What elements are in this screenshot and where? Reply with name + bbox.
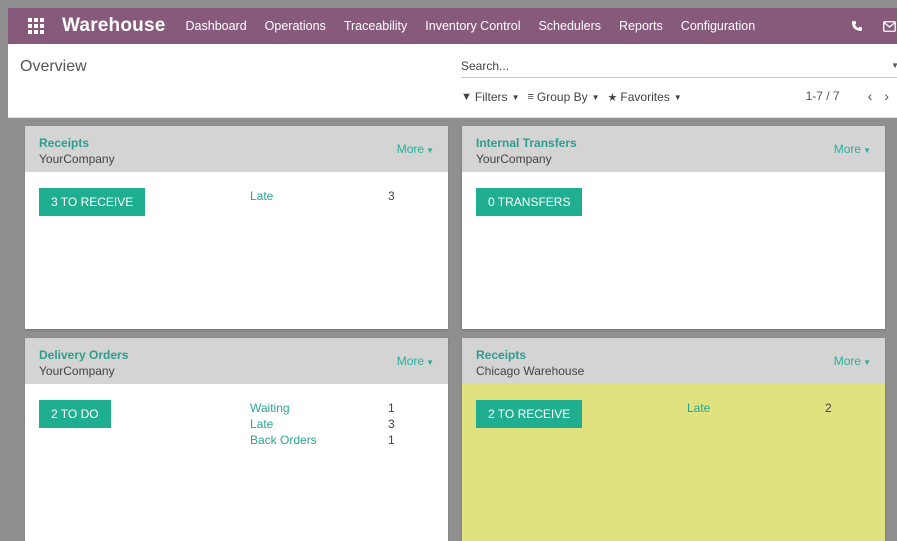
more-label: More xyxy=(396,142,425,156)
stat-late-value: 3 xyxy=(388,189,395,203)
card-title[interactable]: Receipts xyxy=(39,136,434,150)
transfers-button[interactable]: 0 TRANSFERS xyxy=(476,188,583,216)
chevron-down-icon: ▼ xyxy=(673,92,682,102)
kanban-view: Receipts YourCompany More ▼ 3 TO RECEIVE … xyxy=(8,118,897,541)
card-stats: Waiting 1 Late 3 Back Orders 1 xyxy=(250,400,395,448)
apps-grid-icon[interactable] xyxy=(28,18,44,34)
caret-down-icon: ▼ xyxy=(863,358,871,367)
stat-row: Back Orders 1 xyxy=(250,432,395,448)
card-title[interactable]: Receipts xyxy=(476,348,871,362)
more-dropdown[interactable]: More ▼ xyxy=(834,142,871,156)
card-body: 2 TO RECEIVE Late 2 xyxy=(462,384,885,541)
card-header: Receipts YourCompany More ▼ xyxy=(25,126,448,172)
caret-down-icon: ▼ xyxy=(426,358,434,367)
card-body: 2 TO DO Waiting 1 Late 3 Back Orders 1 xyxy=(25,384,448,541)
menu-inventory-control[interactable]: Inventory Control xyxy=(425,19,520,33)
app-brand[interactable]: Warehouse xyxy=(62,15,166,37)
stat-late-link[interactable]: Late xyxy=(250,416,388,432)
bars-icon: ≡ xyxy=(527,91,534,103)
card-company: YourCompany xyxy=(476,152,552,166)
card-title[interactable]: Delivery Orders xyxy=(39,348,434,362)
more-dropdown[interactable]: More ▼ xyxy=(397,142,434,156)
search-input[interactable] xyxy=(461,56,861,76)
more-dropdown[interactable]: More ▼ xyxy=(834,354,871,368)
search-caret-icon[interactable]: ▼ xyxy=(891,61,897,70)
card-body: 0 TRANSFERS xyxy=(462,172,885,329)
card-title[interactable]: Internal Transfers xyxy=(476,136,871,150)
navbar-systray xyxy=(833,8,897,44)
card-stats: Late 3 xyxy=(250,188,395,204)
chevron-down-icon: ▼ xyxy=(591,92,600,102)
pager-next-icon[interactable]: › xyxy=(884,88,889,104)
to-do-button[interactable]: 2 TO DO xyxy=(39,400,111,428)
search-options: ▼ Filters ▼ ≡ Group By ▼ ★ Favorites ▼ xyxy=(461,90,690,104)
kanban-card-internal-transfers: Internal Transfers YourCompany More ▼ 0 T… xyxy=(462,126,885,329)
stat-late-value: 3 xyxy=(388,417,395,431)
card-stats: Late 2 xyxy=(687,400,832,416)
filters-button[interactable]: ▼ Filters ▼ xyxy=(461,90,519,104)
card-header: Receipts Chicago Warehouse More ▼ xyxy=(462,338,885,384)
chevron-down-icon: ▼ xyxy=(511,92,520,102)
menu-traceability[interactable]: Traceability xyxy=(344,19,407,33)
caret-down-icon: ▼ xyxy=(426,146,434,155)
favorites-label: Favorites xyxy=(620,90,670,104)
stat-back-orders-value: 1 xyxy=(388,433,395,447)
stat-row: Late 2 xyxy=(687,400,832,416)
filters-label: Filters xyxy=(474,90,508,104)
pager-value[interactable]: 1-7 / 7 xyxy=(806,89,840,103)
caret-down-icon: ▼ xyxy=(863,146,871,155)
stat-late-value: 2 xyxy=(825,401,832,415)
filter-icon: ▼ xyxy=(461,91,472,103)
kanban-card-receipts: Receipts YourCompany More ▼ 3 TO RECEIVE … xyxy=(25,126,448,329)
stat-row: Waiting 1 xyxy=(250,400,395,416)
group-by-button[interactable]: ≡ Group By ▼ xyxy=(527,90,599,104)
more-label: More xyxy=(396,354,425,368)
control-panel: Overview ▼ ▼ Filters ▼ ≡ Group By ▼ ★ Fa… xyxy=(8,44,897,118)
receive-button[interactable]: 2 TO RECEIVE xyxy=(476,400,583,428)
menu-schedulers[interactable]: Schedulers xyxy=(538,19,601,33)
stat-row: Late 3 xyxy=(250,188,395,204)
menu-dashboard[interactable]: Dashboard xyxy=(186,19,247,33)
more-dropdown[interactable]: More ▼ xyxy=(397,354,434,368)
search-bar: ▼ xyxy=(461,56,897,78)
menu-operations[interactable]: Operations xyxy=(265,19,326,33)
menu-reports[interactable]: Reports xyxy=(619,19,663,33)
more-label: More xyxy=(833,354,862,368)
card-company: YourCompany xyxy=(39,152,115,166)
card-header: Internal Transfers YourCompany More ▼ xyxy=(462,126,885,172)
favorites-button[interactable]: ★ Favorites ▼ xyxy=(608,90,682,104)
top-navbar: Warehouse Dashboard Operations Traceabil… xyxy=(8,8,897,44)
stat-late-link[interactable]: Late xyxy=(250,188,388,204)
stat-late-link[interactable]: Late xyxy=(687,400,825,416)
star-icon: ★ xyxy=(607,91,618,104)
stat-row: Late 3 xyxy=(250,416,395,432)
card-header: Delivery Orders YourCompany More ▼ xyxy=(25,338,448,384)
group-by-label: Group By xyxy=(536,90,588,104)
mail-icon[interactable] xyxy=(881,18,897,34)
card-body: 3 TO RECEIVE Late 3 xyxy=(25,172,448,329)
menu-configuration[interactable]: Configuration xyxy=(681,19,755,33)
receive-button[interactable]: 3 TO RECEIVE xyxy=(39,188,146,216)
kanban-card-delivery-orders: Delivery Orders YourCompany More ▼ 2 TO D… xyxy=(25,338,448,541)
kanban-card-receipts-chicago: Receipts Chicago Warehouse More ▼ 2 TO RE… xyxy=(462,338,885,541)
breadcrumb: Overview xyxy=(20,58,87,75)
stat-waiting-value: 1 xyxy=(388,401,395,415)
stat-back-orders-link[interactable]: Back Orders xyxy=(250,432,388,448)
phone-icon[interactable] xyxy=(849,18,865,34)
card-company: Chicago Warehouse xyxy=(476,364,585,378)
main-menu: Dashboard Operations Traceability Invent… xyxy=(186,19,774,33)
pager: 1-7 / 7 ‹ › xyxy=(806,88,889,104)
pager-previous-icon[interactable]: ‹ xyxy=(868,88,873,104)
more-label: More xyxy=(833,142,862,156)
stat-waiting-link[interactable]: Waiting xyxy=(250,400,388,416)
card-company: YourCompany xyxy=(39,364,115,378)
